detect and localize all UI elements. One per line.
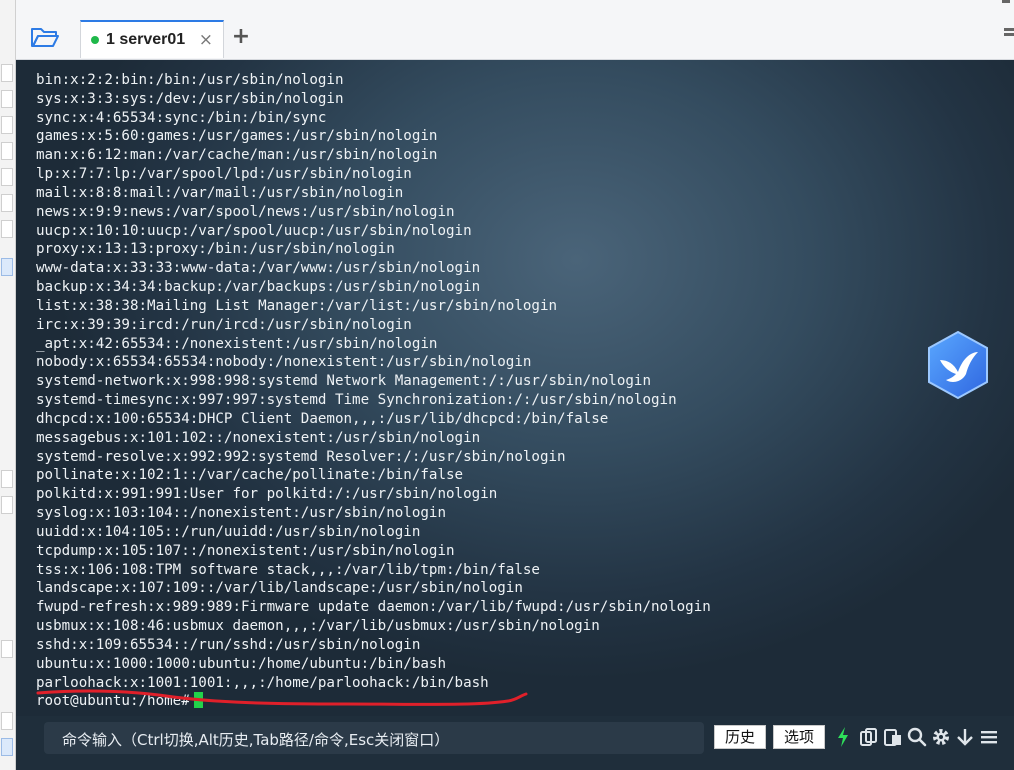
terminal-line: systemd-timesync:x:997:997:systemd Time … — [36, 392, 677, 409]
add-tab-button[interactable]: + — [230, 24, 252, 50]
adjacent-cell — [1, 220, 13, 238]
assistant-bird-icon[interactable] — [926, 330, 990, 400]
terminal-line: tcpdump:x:105:107::/nonexistent:/usr/sbi… — [36, 542, 455, 559]
adjacent-cell — [1, 258, 13, 276]
terminal-line: mail:x:8:8:mail:/var/mail:/usr/sbin/nolo… — [36, 184, 404, 201]
adjacent-cell — [1, 64, 13, 82]
shell-prompt: root@ubuntu:/home# — [36, 693, 190, 710]
tabbar-menu-icon[interactable] — [1004, 28, 1014, 42]
terminal-line: messagebus:x:101:102::/nonexistent:/usr/… — [36, 429, 481, 446]
terminal-line: irc:x:39:39:ircd:/run/ircd:/usr/sbin/nol… — [36, 316, 412, 333]
adjacent-cell — [1, 712, 13, 730]
adjacent-cell — [1, 194, 13, 212]
copy-icon[interactable] — [858, 724, 880, 750]
terminal-line: man:x:6:12:man:/var/cache/man:/usr/sbin/… — [36, 147, 438, 164]
lightning-icon[interactable] — [832, 724, 854, 750]
terminal-line: bin:x:2:2:bin:/bin:/usr/sbin/nologin — [36, 72, 344, 88]
terminal-line: nobody:x:65534:65534:nobody:/nonexistent… — [36, 354, 532, 371]
adjacent-cell — [1, 116, 13, 134]
terminal-line: dhcpcd:x:100:65534:DHCP Client Daemon,,,… — [36, 410, 609, 427]
adjacent-cell — [1, 640, 13, 658]
session-manager-button[interactable] — [28, 22, 62, 52]
terminal-line: pollinate:x:102:1::/var/cache/pollinate:… — [36, 467, 464, 484]
connection-status-dot — [91, 36, 99, 44]
adjacent-cell — [1, 168, 13, 186]
terminal-line: games:x:5:60:games:/usr/games:/usr/sbin/… — [36, 128, 438, 145]
folder-open-icon — [31, 28, 59, 47]
terminal-line: ubuntu:x:1000:1000:ubuntu:/home/ubuntu:/… — [36, 655, 446, 672]
terminal-line: backup:x:34:34:backup:/var/backups:/usr/… — [36, 279, 481, 296]
terminal-line: sync:x:4:65534:sync:/bin:/bin/sync — [36, 109, 327, 126]
terminal-line: polkitd:x:991:991:User for polkitd:/:/us… — [36, 486, 498, 503]
terminal-output[interactable]: bin:x:2:2:bin:/bin:/usr/sbin/nologin sys:… — [16, 60, 1014, 716]
terminal-line: sshd:x:109:65534::/run/sshd:/usr/sbin/no… — [36, 636, 421, 653]
terminal-line: list:x:38:38:Mailing List Manager:/var/l… — [36, 297, 558, 314]
gear-icon[interactable] — [930, 724, 952, 750]
adjacent-cell — [1, 142, 13, 160]
command-input[interactable]: 命令输入（Ctrl切换,Alt历史,Tab路径/命令,Esc关闭窗口） — [44, 722, 704, 754]
window-corner-mark — [1002, 0, 1010, 3]
history-button[interactable]: 历史 — [714, 725, 766, 749]
terminal-line: lp:x:7:7:lp:/var/spool/lpd:/usr/sbin/nol… — [36, 166, 412, 183]
terminal-prompt-line: root@ubuntu:/home# — [36, 692, 711, 711]
terminal-line: landscape:x:107:109::/var/lib/landscape:… — [36, 580, 523, 597]
adjacent-cell — [1, 90, 13, 108]
paste-icon[interactable] — [882, 724, 904, 750]
terminal-cursor — [193, 692, 203, 709]
terminal-line: systemd-network:x:998:998:systemd Networ… — [36, 373, 651, 390]
close-tab-icon[interactable]: × — [199, 31, 213, 49]
terminal-line: news:x:9:9:news:/var/spool/news:/usr/sbi… — [36, 203, 455, 220]
session-tab-bar: 1 server01 × + — [16, 0, 1014, 60]
terminal-line: systemd-resolve:x:992:992:systemd Resolv… — [36, 448, 566, 465]
terminal-line: sys:x:3:3:sys:/dev:/usr/sbin/nologin — [36, 90, 344, 107]
download-icon[interactable] — [954, 724, 976, 750]
terminal-line: _apt:x:42:65534::/nonexistent:/usr/sbin/… — [36, 335, 438, 352]
tab-label: 1 server01 — [106, 31, 186, 48]
adjacent-cell — [1, 738, 13, 756]
terminal-line: usbmux:x:108:46:usbmux daemon,,,:/var/li… — [36, 618, 600, 635]
tab-server01[interactable]: 1 server01 × — [80, 20, 224, 58]
adjacent-cell — [1, 496, 13, 514]
command-input-placeholder: 命令输入（Ctrl切换,Alt历史,Tab路径/命令,Esc关闭窗口） — [62, 731, 450, 749]
search-icon[interactable] — [906, 724, 928, 750]
terminal-line: uuidd:x:104:105::/run/uuidd:/usr/sbin/no… — [36, 523, 421, 540]
terminal-line: fwupd-refresh:x:989:989:Firmware update … — [36, 599, 711, 616]
menu-icon[interactable] — [978, 724, 1000, 750]
adjacent-cell — [1, 470, 13, 488]
terminal-line: uucp:x:10:10:uucp:/var/spool/uucp:/usr/s… — [36, 222, 472, 239]
options-button[interactable]: 选项 — [773, 725, 825, 749]
command-bar: 命令输入（Ctrl切换,Alt历史,Tab路径/命令,Esc关闭窗口） 历史 选… — [16, 716, 1014, 770]
terminal-line: syslog:x:103:104::/nonexistent:/usr/sbin… — [36, 505, 446, 522]
terminal-line: parloohack:x:1001:1001:,,,:/home/parlooh… — [36, 674, 489, 691]
terminal-line: proxy:x:13:13:proxy:/bin:/usr/sbin/nolog… — [36, 241, 395, 258]
terminal-line: www-data:x:33:33:www-data:/var/www:/usr/… — [36, 260, 481, 277]
terminal-line: tss:x:106:108:TPM software stack,,,:/var… — [36, 561, 540, 578]
adjacent-window-edge — [0, 0, 16, 770]
terminal-lines: bin:x:2:2:bin:/bin:/usr/sbin/nologin sys:… — [36, 71, 711, 711]
